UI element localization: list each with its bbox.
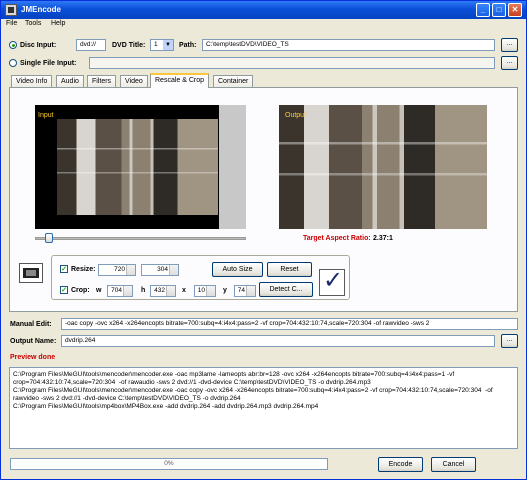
output-label: Output	[285, 112, 307, 119]
menu-file[interactable]: File	[6, 20, 17, 27]
checkmark-icon: ✓	[323, 266, 344, 294]
preview-done-status: Preview done	[10, 354, 56, 361]
encode-button[interactable]: Encode	[378, 457, 423, 472]
crop-y-label: y	[223, 287, 227, 294]
input-video-frame	[57, 119, 218, 215]
menu-bar: File Tools Help	[1, 19, 526, 31]
reset-button[interactable]: Reset	[267, 262, 312, 277]
chevron-down-icon[interactable]: ▼	[163, 40, 173, 50]
crop-w-spinner[interactable]: 704	[107, 285, 133, 297]
input-label: Input	[38, 112, 54, 119]
window-title: JMEncode	[21, 5, 62, 14]
apply-button[interactable]: ✓	[319, 266, 345, 296]
tab-audio[interactable]: Audio	[56, 75, 84, 87]
manual-edit-label: Manual Edit:	[10, 321, 52, 328]
progress-label: 0%	[164, 460, 174, 467]
log-line: C:\Program Files\MeGUI\tools\mencoder\me…	[13, 371, 456, 386]
crop-x-spinner[interactable]: 10	[194, 285, 216, 297]
target-ratio-value: 2.37:1	[373, 235, 393, 242]
output-video-frame	[279, 105, 487, 229]
detect-crop-button[interactable]: Detect C...	[259, 282, 313, 297]
output-name-input[interactable]: dvdrip.264	[61, 335, 495, 347]
output-name-label: Output Name:	[10, 338, 57, 345]
dvd-title-select[interactable]: 1 ▼	[150, 39, 174, 51]
crop-label: Crop:	[71, 287, 90, 294]
tab-container[interactable]: Container	[213, 75, 254, 87]
crop-y-spinner[interactable]: 74	[234, 285, 256, 297]
output-preview-frame: Output	[279, 105, 487, 229]
tab-filters[interactable]: Filters	[87, 75, 117, 87]
resize-label: Resize:	[71, 266, 96, 273]
disc-input-field[interactable]: dvd://	[76, 39, 106, 51]
frame-slider-track[interactable]	[35, 237, 246, 240]
app-icon	[5, 4, 17, 16]
single-file-label: Single File Input:	[20, 60, 77, 67]
frame-slider-thumb[interactable]	[45, 233, 54, 243]
path-browse-button[interactable]: ...	[501, 38, 518, 52]
crop-checkbox[interactable]: ✓	[60, 286, 68, 294]
capture-button[interactable]	[19, 263, 43, 283]
menu-help[interactable]: Help	[51, 20, 65, 27]
crop-h-spinner[interactable]: 432	[150, 285, 176, 297]
minimize-button[interactable]: _	[476, 3, 490, 17]
dvd-title-label: DVD Title:	[112, 42, 146, 49]
manual-edit-input[interactable]: -oac copy -ovc x264 -x264encopts bitrate…	[61, 318, 518, 330]
disc-input-radio[interactable]	[9, 41, 17, 49]
crop-x-label: x	[182, 287, 186, 294]
maximize-button[interactable]: □	[492, 3, 506, 17]
dvd-title-value: 1	[154, 41, 158, 48]
log-line: C:\Program Files\MeGUI\tools\mp4box\MP4B…	[13, 403, 319, 410]
target-ratio-label: Target Aspect Ratio:	[303, 235, 371, 242]
tab-video-info[interactable]: Video Info	[11, 75, 53, 87]
single-file-browse-button[interactable]: ...	[501, 56, 518, 70]
path-label: Path:	[179, 42, 197, 49]
command-log[interactable]: C:\Program Files\MeGUI\tools\mencoder\me…	[9, 367, 518, 449]
resize-height-spinner[interactable]: 304	[141, 264, 179, 276]
auto-size-button[interactable]: Auto Size	[212, 262, 263, 277]
output-browse-button[interactable]: ...	[501, 334, 518, 348]
log-line: C:\Program Files\MeGUI\tools\mencoder\me…	[13, 387, 495, 402]
app-window: JMEncode _ □ ✕ File Tools Help Disc Inpu…	[0, 0, 527, 480]
menu-tools[interactable]: Tools	[25, 20, 41, 27]
resize-width-spinner[interactable]: 720	[98, 264, 136, 276]
single-file-input[interactable]	[89, 57, 495, 69]
tab-rescale-crop[interactable]: Rescale & Crop	[150, 73, 210, 88]
disc-input-label: Disc Input:	[20, 42, 57, 49]
film-icon	[23, 268, 39, 278]
tab-video[interactable]: Video	[120, 75, 148, 87]
close-button[interactable]: ✕	[508, 3, 522, 17]
input-preview-frame: Input	[35, 105, 246, 229]
crop-h-label: h	[141, 287, 146, 294]
single-file-radio[interactable]	[9, 59, 17, 67]
cancel-button[interactable]: Cancel	[431, 457, 476, 472]
title-bar[interactable]: JMEncode _ □ ✕	[1, 1, 526, 19]
path-input[interactable]: C:\temp\testDVD\VIDEO_TS	[202, 39, 495, 51]
progress-bar: 0%	[10, 458, 328, 470]
crop-w-label: w	[96, 287, 102, 294]
resize-checkbox[interactable]: ✓	[60, 265, 68, 273]
